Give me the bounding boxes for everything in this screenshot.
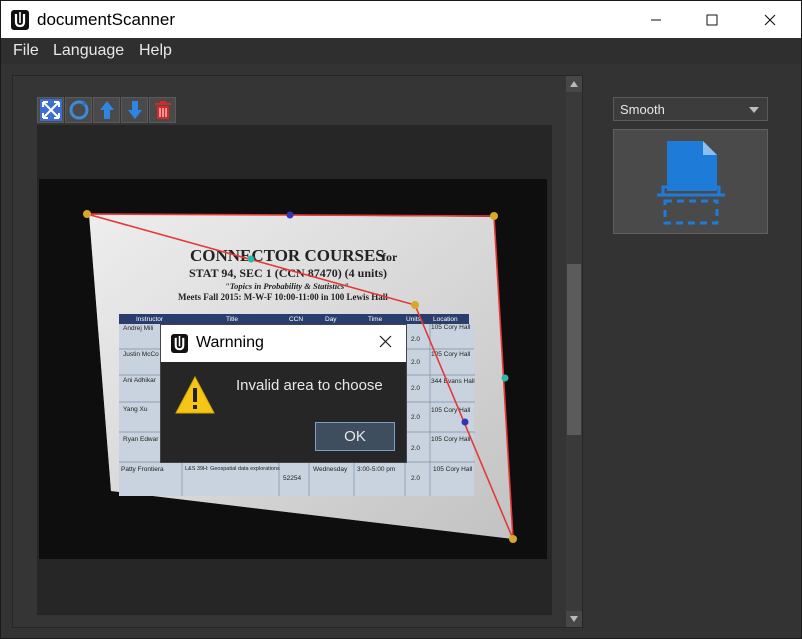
row-day: Wednesday bbox=[313, 466, 348, 473]
th-title: Title bbox=[226, 316, 238, 323]
menu-help[interactable]: Help bbox=[139, 42, 172, 60]
scroll-down-icon bbox=[570, 616, 578, 622]
row-location: 105 Cory Hall bbox=[431, 436, 471, 443]
scroll-up-icon bbox=[570, 81, 578, 87]
scan-document-button[interactable] bbox=[613, 129, 768, 234]
row-units: 2.0 bbox=[411, 475, 420, 482]
th-location: Location bbox=[433, 316, 458, 323]
row-location: 105 Cory Hall bbox=[431, 407, 471, 414]
corner-handle[interactable] bbox=[490, 212, 498, 220]
vertical-scrollbar[interactable] bbox=[566, 76, 582, 627]
warning-icon bbox=[175, 375, 215, 414]
rotate-button[interactable] bbox=[65, 97, 92, 123]
scroll-up-button[interactable] bbox=[566, 76, 582, 92]
th-instructor: Instructor bbox=[136, 316, 164, 323]
move-up-icon bbox=[99, 101, 114, 119]
close-icon bbox=[764, 14, 776, 25]
dialog-title: Warnning bbox=[196, 334, 264, 351]
paper-line-4: Meets Fall 2015: M-W-F 10:00-11:00 in 10… bbox=[178, 292, 388, 302]
th-time: Time bbox=[368, 316, 383, 323]
dialog-close-button[interactable] bbox=[379, 332, 392, 353]
app-logo-icon bbox=[171, 334, 188, 353]
row-instructor: Patty Frontiera bbox=[121, 466, 164, 473]
menu-bar: File Language Help bbox=[1, 38, 801, 64]
paper-line-3: "Topics in Probability & Statistics" bbox=[225, 281, 349, 291]
delete-button[interactable] bbox=[149, 97, 176, 123]
dialog-message: Invalid area to choose bbox=[236, 377, 383, 394]
row-units: 2.0 bbox=[411, 359, 420, 366]
row-location: 105 Cory Hall bbox=[431, 324, 471, 331]
paper-line-2: STAT 94, SEC 1 (CCN 87470) (4 units) bbox=[189, 266, 387, 280]
paper-heading-suffix: for bbox=[382, 250, 398, 264]
edge-handle[interactable] bbox=[247, 255, 255, 263]
row-instructor: Andrej Mili bbox=[123, 325, 153, 332]
paper-heading: CONNECTOR COURSES bbox=[190, 246, 385, 265]
row-location: 344 Evans Hall bbox=[431, 378, 475, 385]
fit-view-button[interactable] bbox=[37, 97, 64, 123]
mode-select-value: Smooth bbox=[620, 102, 665, 117]
minimize-icon bbox=[651, 19, 661, 20]
image-toolbar bbox=[37, 97, 176, 123]
th-ccn: CCN bbox=[289, 316, 303, 323]
corner-handle[interactable] bbox=[411, 301, 419, 309]
row-ccn: 52254 bbox=[283, 475, 301, 482]
edge-handle[interactable] bbox=[286, 211, 294, 219]
maximize-button[interactable] bbox=[689, 1, 735, 38]
delete-icon bbox=[154, 101, 171, 119]
corner-handle[interactable] bbox=[83, 210, 91, 218]
scroll-down-button[interactable] bbox=[566, 611, 582, 627]
document-scan-icon bbox=[656, 140, 725, 224]
row-units: 2.0 bbox=[411, 414, 420, 421]
app-logo-icon bbox=[11, 10, 29, 30]
move-down-button[interactable] bbox=[121, 97, 148, 123]
close-icon bbox=[379, 335, 392, 348]
maximize-icon bbox=[706, 14, 718, 25]
row-location: 105 Cory Hall bbox=[433, 466, 473, 473]
app-window: documentScanner File Language Help CONNE… bbox=[0, 0, 802, 639]
fit-view-icon bbox=[39, 99, 62, 121]
menu-file[interactable]: File bbox=[13, 42, 39, 60]
rotate-icon bbox=[69, 100, 88, 120]
move-up-button[interactable] bbox=[93, 97, 120, 123]
minimize-button[interactable] bbox=[633, 1, 679, 38]
edge-handle[interactable] bbox=[501, 374, 509, 382]
menu-language[interactable]: Language bbox=[53, 42, 124, 60]
corner-handle[interactable] bbox=[509, 535, 517, 543]
row-instructor: Ryan Edwar bbox=[123, 436, 159, 443]
ok-button[interactable]: OK bbox=[315, 422, 395, 451]
row-title: L&S 39H: Geospatial data explorations bbox=[185, 466, 280, 472]
window-title: documentScanner bbox=[37, 10, 175, 29]
row-units: 2.0 bbox=[411, 336, 420, 343]
move-down-icon bbox=[127, 101, 142, 119]
scrollbar-thumb[interactable] bbox=[567, 264, 581, 435]
chevron-down-icon bbox=[749, 107, 759, 113]
row-units: 2.0 bbox=[411, 445, 420, 452]
row-time: 3:00-5:00 pm bbox=[357, 466, 395, 473]
warning-dialog: Warnning Invalid area to choose OK bbox=[160, 324, 407, 463]
mode-select[interactable]: Smooth bbox=[613, 97, 768, 121]
row-instructor: Yang Xu bbox=[123, 406, 148, 413]
title-bar: documentScanner bbox=[1, 1, 801, 38]
th-day: Day bbox=[325, 316, 337, 323]
row-instructor: Ani Adhikar bbox=[123, 377, 157, 384]
close-button[interactable] bbox=[747, 1, 793, 38]
row-instructor: Justin McCo bbox=[123, 351, 159, 358]
dialog-title-bar: Warnning bbox=[161, 325, 406, 362]
row-units: 2.0 bbox=[411, 385, 420, 392]
edge-handle[interactable] bbox=[461, 418, 469, 426]
